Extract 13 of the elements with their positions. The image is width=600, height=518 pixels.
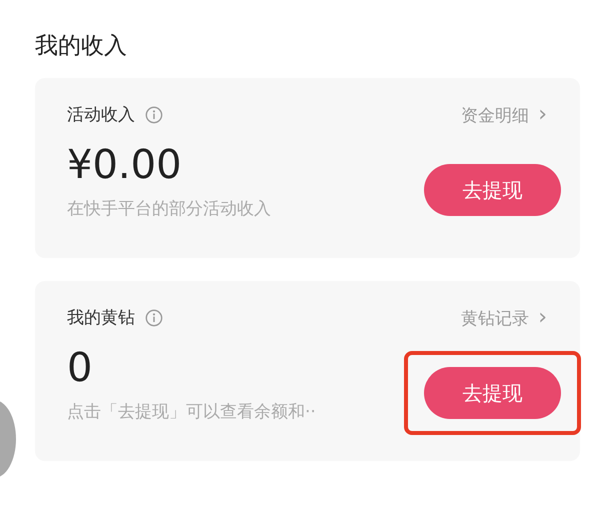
info-icon[interactable] bbox=[145, 308, 163, 326]
withdraw-button[interactable]: 去提现 bbox=[424, 367, 561, 419]
info-icon[interactable] bbox=[145, 106, 163, 124]
card-label: 我的黄钻 bbox=[67, 307, 135, 329]
amount-value: ¥0.00 bbox=[67, 141, 183, 189]
withdraw-button[interactable]: 去提现 bbox=[424, 164, 561, 216]
amount-value: 0 bbox=[67, 344, 94, 392]
card-description: 点击「去提现」可以查看余额和·· bbox=[67, 401, 316, 423]
details-link[interactable]: 黄钻记录 › bbox=[460, 305, 547, 330]
card-label: 活动收入 bbox=[67, 104, 135, 126]
card-description: 在快手平台的部分活动收入 bbox=[67, 198, 271, 220]
details-link[interactable]: 资金明细 › bbox=[460, 102, 547, 127]
section-title: 我的收入 bbox=[35, 32, 128, 61]
